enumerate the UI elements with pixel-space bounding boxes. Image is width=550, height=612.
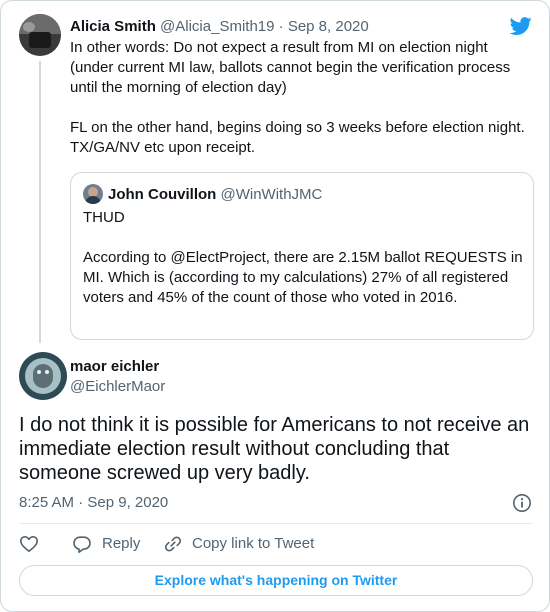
main-author-name[interactable]: maor eichler — [70, 357, 159, 377]
link-icon[interactable] — [163, 534, 183, 554]
tweet-embed-card: Alicia Smith @Alicia_Smith19 · Sep 8, 20… — [0, 0, 550, 612]
parent-tweet-text: In other words: Do not expect a result f… — [70, 39, 525, 156]
main-tweet-text: I do not think it is possible for Americ… — [19, 414, 530, 484]
parent-author-handle[interactable]: @Alicia_Smith19 — [160, 18, 274, 35]
info-icon[interactable] — [512, 493, 532, 513]
main-author-handle[interactable]: @EichlerMaor — [70, 377, 165, 397]
quoted-avatar — [83, 184, 103, 204]
quoted-author-name: John Couvillon — [108, 186, 217, 203]
parent-tweet-header: Alicia Smith @Alicia_Smith19 · Sep 8, 20… — [70, 17, 369, 37]
reply-icon[interactable] — [72, 534, 92, 554]
copy-link-button[interactable]: Copy link to Tweet — [192, 534, 314, 554]
thread-line — [39, 61, 41, 343]
divider — [19, 523, 533, 524]
explore-twitter-button[interactable]: Explore what's happening on Twitter — [19, 565, 533, 596]
main-avatar[interactable] — [19, 352, 67, 400]
quoted-tweet-header: John Couvillon @WinWithJMC — [108, 185, 322, 205]
parent-avatar[interactable] — [19, 14, 61, 56]
twitter-bird-icon[interactable] — [509, 15, 533, 37]
reply-button[interactable]: Reply — [102, 534, 140, 554]
parent-author-name[interactable]: Alicia Smith — [70, 18, 156, 35]
quoted-tweet[interactable]: John Couvillon @WinWithJMC THUD Accordin… — [70, 172, 534, 340]
heart-icon[interactable] — [19, 534, 39, 554]
header-separator: · — [274, 18, 288, 35]
quoted-tweet-text: THUD According to @ElectProject, there a… — [83, 209, 523, 306]
quoted-author-handle: @WinWithJMC — [220, 186, 323, 203]
main-tweet-timestamp[interactable]: 8:25 AM · Sep 9, 2020 — [19, 493, 168, 513]
parent-tweet-date[interactable]: Sep 8, 2020 — [288, 18, 369, 35]
